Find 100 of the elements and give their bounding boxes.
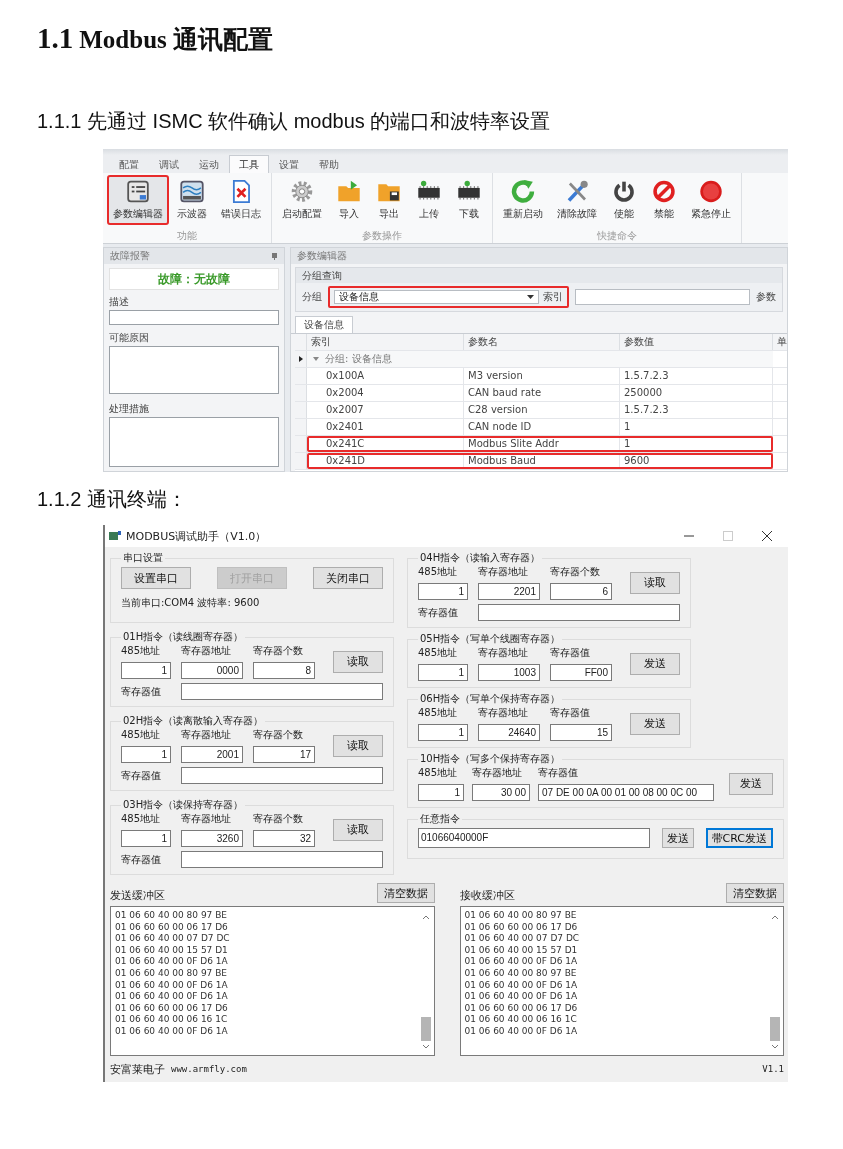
field-label: 寄存器个数 xyxy=(253,728,304,742)
input-field[interactable]: 3260 xyxy=(181,830,243,847)
action-button[interactable]: 设置串口 xyxy=(121,567,191,589)
field-label: 寄存器个数 xyxy=(253,812,304,826)
input-field[interactable]: 1 xyxy=(418,664,468,681)
input-field[interactable]: 6 xyxy=(550,583,612,600)
column-header[interactable]: 参数值 xyxy=(620,334,773,350)
group-title: 03H指令（读保持寄存器） xyxy=(122,798,245,812)
input-field[interactable]: 30 00 xyxy=(472,784,530,801)
ribbon-tab[interactable]: 帮助 xyxy=(309,155,349,173)
column-header[interactable]: 单 xyxy=(773,334,787,350)
field-label: 寄存器值 xyxy=(550,646,591,660)
table-cell: Modbus Slite Addr xyxy=(464,436,620,452)
input-field[interactable]: 1 xyxy=(418,784,464,801)
input-field[interactable]: 07 DE 00 0A 00 01 00 08 00 0C 00 xyxy=(538,784,714,801)
ribbon-button[interactable]: 使能 xyxy=(605,175,643,225)
field-label: 索引 xyxy=(543,290,563,304)
input-field[interactable] xyxy=(109,310,279,325)
ribbon-button[interactable]: 参数编辑器 xyxy=(107,175,169,225)
table-row[interactable]: 0x2401 CAN node ID 1 xyxy=(307,419,773,435)
ribbon-button[interactable]: 错误日志 xyxy=(215,175,267,225)
ribbon-button[interactable]: 导入 xyxy=(330,175,368,225)
ribbon-button[interactable]: 导出 xyxy=(370,175,408,225)
ribbon-tab[interactable]: 配置 xyxy=(109,155,149,173)
ribbon-button[interactable]: 紧急停止 xyxy=(685,175,737,225)
action-button[interactable]: 发送 xyxy=(661,828,694,848)
action-button[interactable]: 读取 xyxy=(630,571,680,594)
ribbon-button[interactable]: 重新启动 xyxy=(497,175,549,225)
input-field[interactable] xyxy=(181,683,383,700)
input-field[interactable]: 32 xyxy=(253,830,315,847)
action-button[interactable]: 发送 xyxy=(630,652,680,675)
action-button[interactable]: 关闭串口 xyxy=(313,567,383,589)
group-dropdown[interactable]: 设备信息 xyxy=(334,290,539,304)
ribbon-tab[interactable]: 调试 xyxy=(149,155,189,173)
text-area[interactable] xyxy=(459,906,784,1056)
action-button[interactable]: 读取 xyxy=(333,650,383,673)
action-button[interactable]: 发送 xyxy=(630,712,680,735)
group-title: 10H指令（写多个保持寄存器） xyxy=(419,752,562,766)
ribbon-button[interactable]: 禁能 xyxy=(645,175,683,225)
input-field[interactable]: 2001 xyxy=(181,746,243,763)
input-field[interactable]: 01066040000F xyxy=(418,828,650,848)
action-button[interactable]: 读取 xyxy=(333,818,383,841)
input-field[interactable]: FF00 xyxy=(550,664,612,681)
group-row-label: 分组: 设备信息 xyxy=(325,352,392,366)
input-field[interactable] xyxy=(478,604,680,621)
column-header[interactable]: 索引 xyxy=(307,334,464,350)
group-title: 分组查询 xyxy=(296,268,782,283)
table-cell: CAN baud rate xyxy=(464,385,620,401)
expand-icon[interactable] xyxy=(313,356,319,362)
input-field[interactable]: 1 xyxy=(418,724,468,741)
text-area[interactable] xyxy=(110,906,435,1056)
tab[interactable]: 设备信息 xyxy=(295,316,353,333)
data-line: 01 06 60 40 00 0F D6 1A xyxy=(464,979,579,992)
table-row[interactable]: 0x2004 CAN baud rate 250000 xyxy=(307,385,773,401)
clear-button[interactable]: 清空数据 xyxy=(376,883,435,903)
input-field[interactable]: 15 xyxy=(550,724,612,741)
action-button[interactable]: 发送 xyxy=(729,772,773,795)
index-field[interactable] xyxy=(575,289,750,305)
field-label: 485地址 xyxy=(418,766,459,780)
input-field[interactable]: 1 xyxy=(121,746,171,763)
table-row[interactable]: 0x241D Modbus Baud 9600 xyxy=(307,453,773,469)
table-row[interactable]: 0x100A M3 version 1.5.7.2.3 xyxy=(307,368,773,384)
table-row[interactable]: 0x241C Modbus Slite Addr 1 xyxy=(307,436,773,452)
close-icon[interactable] xyxy=(762,531,772,541)
input-field[interactable] xyxy=(181,767,383,784)
input-field[interactable]: 1 xyxy=(418,583,468,600)
input-field[interactable]: 1 xyxy=(121,830,171,847)
ribbon-button[interactable]: 清除故障 xyxy=(551,175,603,225)
table-row[interactable]: 0x2007 C28 version 1.5.7.2.3 xyxy=(307,402,773,418)
input-field[interactable]: 0000 xyxy=(181,662,243,679)
input-field[interactable]: 17 xyxy=(253,746,315,763)
maximize-icon[interactable] xyxy=(723,531,733,541)
ribbon-button[interactable]: 上传 xyxy=(410,175,448,225)
ribbon-tab[interactable]: 设置 xyxy=(269,155,309,173)
input-field[interactable]: 1 xyxy=(121,662,171,679)
ribbon-button[interactable]: 示波器 xyxy=(171,175,213,225)
ribbon-button[interactable]: 下载 xyxy=(450,175,488,225)
company-name: 安富莱电子 xyxy=(110,1061,165,1077)
input-field[interactable]: 24640 xyxy=(478,724,540,741)
input-field[interactable]: 2201 xyxy=(478,583,540,600)
table-cell: 0x241C xyxy=(307,436,464,452)
data-line: 01 06 60 40 00 80 97 BE xyxy=(115,910,229,922)
action-button[interactable]: 读取 xyxy=(333,734,383,757)
row-header[interactable] xyxy=(295,351,307,367)
input-field[interactable]: 8 xyxy=(253,662,315,679)
app-icon xyxy=(109,531,121,541)
list-icon xyxy=(125,179,151,204)
input-field[interactable] xyxy=(181,851,383,868)
input-field[interactable]: 1003 xyxy=(478,664,540,681)
clear-button[interactable]: 清空数据 xyxy=(726,883,784,903)
version-label: V1.1 xyxy=(762,1064,784,1074)
website-link[interactable]: www.armfly.com xyxy=(171,1064,247,1074)
action-button[interactable]: 带CRC发送 xyxy=(705,828,773,848)
ribbon-button[interactable]: 启动配置 xyxy=(276,175,328,225)
ribbon-tab[interactable]: 工具 xyxy=(229,155,269,173)
column-header[interactable]: 参数名 xyxy=(464,334,620,350)
group-title: 05H指令（写单个线圈寄存器） xyxy=(419,632,562,646)
ribbon-tab[interactable]: 运动 xyxy=(189,155,229,173)
pin-icon[interactable] xyxy=(271,252,278,260)
buffer-title: 接收缓冲区 xyxy=(459,888,515,903)
